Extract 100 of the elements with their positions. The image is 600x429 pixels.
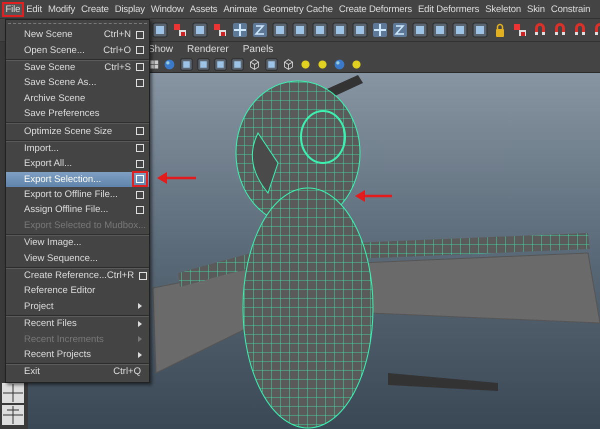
option-box-icon[interactable] (139, 272, 148, 280)
annotation-arrow (355, 190, 392, 202)
magnet-icon[interactable] (552, 22, 568, 38)
select-tool-icon[interactable] (212, 22, 228, 38)
menu-item-label: Export All... (24, 158, 74, 170)
shortcut-label: Ctrl+S (104, 62, 131, 73)
tool-icon[interactable] (432, 22, 448, 38)
light-icon[interactable] (316, 58, 329, 71)
tool-icon[interactable] (412, 22, 428, 38)
menu-item-label: Export to Offline File... (24, 189, 119, 200)
tool-icon[interactable] (332, 22, 348, 38)
shortcut-label: Ctrl+R (106, 270, 134, 282)
menu-item[interactable]: New Scene Ctrl+N (6, 27, 149, 42)
magnet-icon[interactable] (532, 22, 548, 38)
menu-item-label: Import... (24, 142, 60, 154)
tool-icon[interactable] (197, 58, 210, 71)
menu-item[interactable]: Skeleton (482, 2, 524, 16)
light-icon[interactable] (350, 58, 363, 71)
menu-item-label: Open Scene... (24, 44, 86, 56)
menu-item[interactable]: Display (112, 2, 148, 16)
option-box-icon[interactable] (136, 127, 144, 136)
option-box-icon[interactable] (136, 144, 144, 152)
menu-item[interactable]: File (3, 2, 23, 16)
menu-item[interactable]: Edit Deformers (415, 2, 482, 16)
light-icon[interactable] (299, 58, 312, 71)
tool-icon[interactable] (192, 22, 208, 38)
move-tool-icon[interactable] (232, 22, 248, 38)
tool-icon[interactable] (352, 22, 368, 38)
menu-item[interactable]: Recent Files (6, 315, 149, 332)
sphere-icon[interactable] (333, 58, 346, 71)
option-box-icon[interactable] (136, 46, 144, 54)
menu-item[interactable]: Optimize Scene Size (6, 122, 149, 139)
option-box-icon[interactable] (136, 206, 144, 214)
menu-item[interactable]: Modify (46, 2, 78, 16)
menu-item[interactable]: Project (6, 298, 149, 314)
menu-item[interactable]: Save Scene Ctrl+S (6, 58, 149, 76)
menu-item-label: Save Scene As... (24, 77, 98, 88)
move-tool-icon[interactable] (372, 22, 388, 38)
option-box-icon[interactable] (136, 63, 144, 72)
panel-menu-item[interactable]: Panels (242, 44, 274, 55)
tool-icon[interactable] (180, 58, 193, 71)
sphere-icon[interactable] (163, 58, 176, 71)
menu-item[interactable]: Animate (220, 2, 260, 16)
tool-icon[interactable] (272, 22, 288, 38)
menu-item[interactable]: Reference Editor (6, 283, 149, 299)
menu-item[interactable]: Create Reference...Ctrl+R (6, 266, 149, 284)
option-box-icon[interactable] (136, 78, 144, 87)
menu-item[interactable]: View Sequence... (6, 250, 149, 266)
menu-item[interactable]: Create Deformers (336, 2, 414, 16)
shortcut-label: Ctrl+O (103, 44, 131, 56)
menu-item[interactable]: Geometry Cache (260, 2, 336, 16)
curve-tool-icon[interactable] (252, 22, 268, 38)
cube-icon[interactable] (282, 58, 295, 71)
select-tool-icon[interactable] (512, 22, 528, 38)
menu-item[interactable]: Archive Scene (6, 90, 149, 106)
tool-icon[interactable] (231, 58, 244, 71)
menu-item-label: Reference Editor (24, 285, 96, 296)
menu-item[interactable]: View Image... (6, 234, 149, 250)
menu-item[interactable]: Window (148, 2, 186, 16)
magnet-icon[interactable] (572, 22, 588, 38)
menu-item-label: Archive Scene (24, 92, 86, 104)
curve-tool-icon[interactable] (392, 22, 408, 38)
menu-item[interactable]: Assign Offline File... (6, 202, 149, 218)
annotation-arrow (157, 172, 196, 184)
menu-item[interactable]: Create (78, 2, 112, 16)
menu-item[interactable]: Save Scene As... (6, 75, 149, 91)
tool-icon[interactable] (452, 22, 468, 38)
option-box-icon[interactable] (136, 160, 144, 168)
menu-item[interactable]: Export All... (6, 156, 149, 172)
menu-item[interactable]: Export to Offline File... (6, 186, 149, 202)
menu-item-label: Export Selection... (24, 174, 102, 185)
menu-item-label: Assign Offline File... (24, 204, 110, 216)
option-box-icon[interactable] (136, 30, 144, 39)
menu-item[interactable]: Skin (524, 2, 548, 16)
menu-item[interactable]: Open Scene... Ctrl+O (6, 42, 149, 58)
menu-item[interactable]: Constrain (548, 2, 593, 16)
tool-icon[interactable] (472, 22, 488, 38)
tool-icon[interactable] (312, 22, 328, 38)
menu-item-label: Recent Files (24, 318, 78, 330)
tool-icon[interactable] (265, 58, 278, 71)
layout-icon[interactable] (2, 383, 24, 403)
select-tool-icon[interactable] (172, 22, 188, 38)
menu-item-label: New Scene (24, 29, 74, 40)
tool-icon[interactable] (152, 22, 168, 38)
layout-icon[interactable] (2, 405, 24, 425)
panel-menu-item[interactable]: Renderer (187, 44, 229, 55)
menu-item[interactable]: Edit (24, 2, 44, 16)
menu-item-label: Save Scene (24, 62, 76, 73)
menu-item-label: View Sequence... (24, 252, 99, 264)
tool-icon[interactable] (214, 58, 227, 71)
menu-item-label: Recent Projects (24, 349, 92, 360)
menu-item[interactable]: Recent Projects (6, 346, 149, 362)
menu-item-label: View Image... (24, 237, 82, 248)
menu-item[interactable]: Assets (187, 2, 220, 16)
cube-icon[interactable] (248, 58, 261, 71)
tool-icon[interactable] (292, 22, 308, 38)
menu-item[interactable]: Exit Ctrl+Q (6, 363, 149, 380)
menu-item[interactable]: Save Preferences (6, 106, 149, 122)
option-box-icon[interactable] (136, 190, 144, 199)
menu-item[interactable]: Import... (6, 140, 149, 156)
